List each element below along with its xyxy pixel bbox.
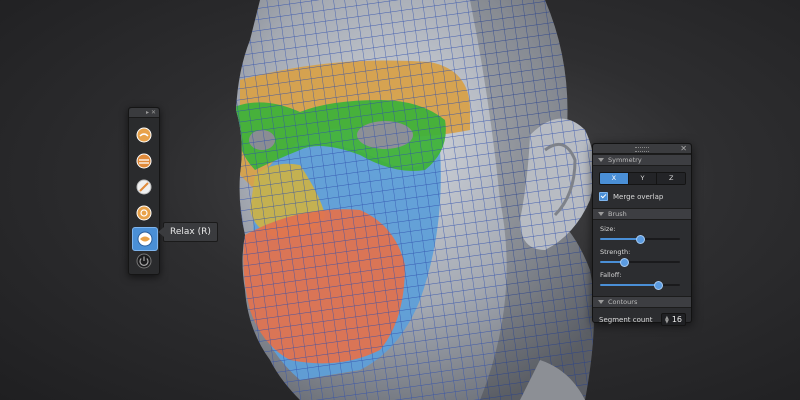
slider-thumb[interactable] — [654, 281, 663, 290]
inflate-brush-icon — [136, 205, 152, 221]
pinch-brush-icon — [136, 179, 152, 195]
axis-y-button[interactable]: Y — [628, 173, 658, 184]
stepper-arrows-icon[interactable]: ▲ ▼ — [665, 315, 669, 324]
palette-title-bar[interactable]: ▸ ✕ — [129, 108, 159, 118]
axis-z-button[interactable]: Z — [657, 173, 685, 184]
merge-overlap-label: Merge overlap — [613, 192, 664, 201]
relax-brush-icon — [137, 231, 153, 247]
slider-thumb[interactable] — [636, 235, 645, 244]
merge-overlap-row[interactable]: Merge overlap — [599, 192, 691, 201]
merge-overlap-checkbox[interactable] — [599, 192, 608, 201]
segment-count-row: Segment count ▲ ▼ 16 — [599, 313, 686, 326]
symmetry-axis-group: X Y Z — [599, 172, 686, 185]
tool-palette[interactable]: ▸ ✕ — [128, 107, 160, 275]
power-icon — [136, 253, 152, 269]
contours-section-header[interactable]: Contours — [593, 296, 691, 308]
smooth-brush-button[interactable] — [134, 151, 154, 171]
sculpt-brush-icon — [136, 127, 152, 143]
segment-count-value: 16 — [671, 315, 682, 324]
power-button[interactable] — [134, 251, 154, 271]
slider-thumb[interactable] — [620, 258, 629, 267]
caret-down-icon — [598, 212, 604, 216]
caret-down-icon — [598, 158, 604, 162]
settings-panel[interactable]: ✕ Symmetry X Y Z Merge overlap Brush Siz… — [592, 143, 692, 326]
falloff-slider[interactable] — [600, 281, 680, 290]
axis-x-button[interactable]: X — [600, 173, 629, 184]
sculpt-brush-button[interactable] — [134, 125, 154, 145]
segment-count-label: Segment count — [599, 315, 653, 324]
tooltip: Relax (R) — [158, 222, 218, 242]
brush-section-header[interactable]: Brush — [593, 208, 691, 220]
size-label: Size: — [600, 225, 616, 233]
pinch-brush-button[interactable] — [134, 177, 154, 197]
symmetry-section-header[interactable]: Symmetry — [593, 154, 691, 166]
panel-title-bar[interactable]: ✕ — [593, 144, 691, 154]
inflate-brush-button[interactable] — [134, 203, 154, 223]
ear — [520, 118, 594, 250]
falloff-label: Falloff: — [600, 271, 622, 279]
close-icon[interactable]: ✕ — [680, 144, 687, 153]
segment-count-stepper[interactable]: ▲ ▼ 16 — [660, 313, 686, 326]
strength-slider[interactable] — [600, 258, 680, 267]
relax-brush-button[interactable] — [132, 227, 158, 251]
strength-label: Strength: — [600, 248, 631, 256]
size-slider[interactable] — [600, 235, 680, 244]
grip-icon — [635, 147, 649, 152]
caret-down-icon — [598, 300, 604, 304]
smooth-brush-icon — [136, 153, 152, 169]
